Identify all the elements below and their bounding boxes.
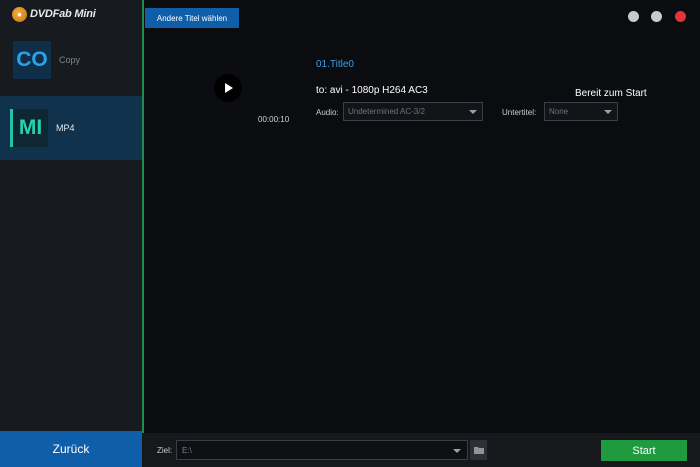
- destination-input[interactable]: E:\: [176, 440, 468, 460]
- app-logo: ● DVDFab Mini: [12, 6, 96, 22]
- title-duration: 00:00:10: [258, 115, 290, 124]
- chevron-down-icon: [469, 110, 477, 114]
- subtitle-select[interactable]: None: [544, 102, 618, 121]
- subtitle-label: Untertitel:: [502, 108, 537, 117]
- audio-label: Audio:: [316, 108, 339, 117]
- status-text: Bereit zum Start: [575, 88, 647, 99]
- chevron-down-icon: [604, 110, 612, 114]
- destination-value: E:\: [182, 445, 192, 455]
- output-profile[interactable]: to: avi - 1080p H264 AC3: [316, 85, 428, 96]
- sidebar: ● DVDFab Mini CO Copy MI MP4 Zurück: [0, 0, 142, 467]
- chevron-down-icon[interactable]: [453, 449, 461, 453]
- subtitle-select-value: None: [549, 107, 569, 116]
- title-name[interactable]: 01.Title0: [316, 59, 354, 70]
- folder-icon: [473, 447, 484, 454]
- mode-label-copy: Copy: [59, 55, 81, 65]
- play-preview-button[interactable]: [214, 74, 242, 102]
- mp4-mode-icon: MI: [10, 109, 48, 147]
- maximize-window-icon[interactable]: [651, 11, 662, 22]
- minimize-window-icon[interactable]: [628, 11, 639, 22]
- bottom-bar: Ziel: E:\ Start: [142, 433, 700, 467]
- app-window: ● DVDFab Mini CO Copy MI MP4 Zurück Ande…: [0, 0, 700, 467]
- audio-select[interactable]: Undetermined AC-3/2: [343, 102, 483, 121]
- choose-other-titles-button[interactable]: Andere Titel wählen: [145, 8, 239, 28]
- dvdfab-logo-icon: ●: [12, 6, 27, 22]
- mode-item-mp4[interactable]: MI MP4: [0, 96, 142, 160]
- audio-select-value: Undetermined AC-3/2: [348, 107, 425, 116]
- main-panel: Andere Titel wählen 00:00:10 01.Title0 t…: [142, 0, 700, 433]
- play-icon: [225, 83, 233, 93]
- start-button[interactable]: Start: [601, 440, 687, 461]
- logo-text: DVDFab Mini: [30, 8, 96, 20]
- browse-folder-button[interactable]: [470, 440, 487, 460]
- mode-item-copy[interactable]: CO Copy: [0, 28, 142, 92]
- close-window-icon[interactable]: [675, 11, 686, 22]
- back-button[interactable]: Zurück: [0, 431, 142, 467]
- destination-label: Ziel:: [157, 446, 173, 455]
- copy-mode-icon: CO: [13, 41, 51, 79]
- mode-label-mp4: MP4: [56, 123, 75, 133]
